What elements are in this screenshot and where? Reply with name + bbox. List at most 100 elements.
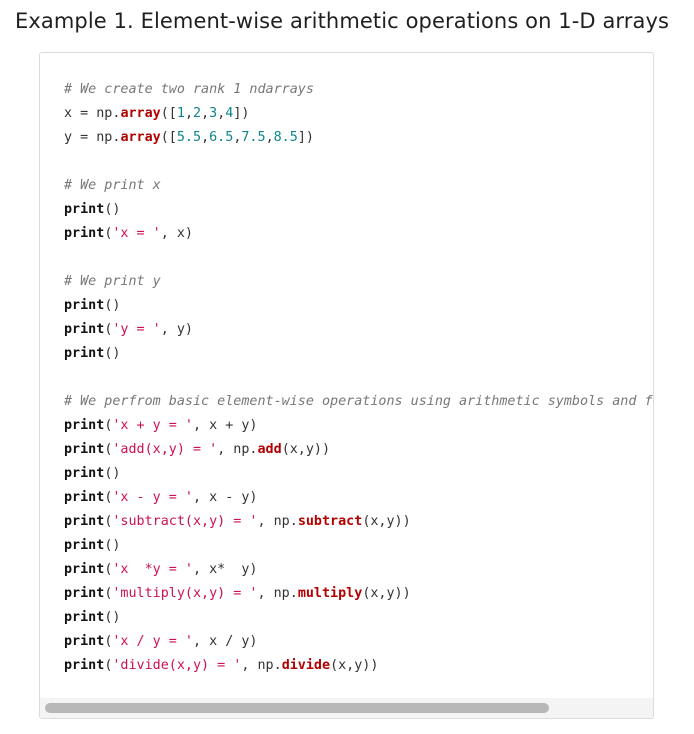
code-token: 2 <box>193 106 202 121</box>
code-token: 7.5 <box>241 130 266 145</box>
code-line: # We perfrom basic element-wise operatio… <box>64 390 654 414</box>
code-token: print <box>64 634 105 649</box>
code-token: ]) <box>297 130 314 145</box>
code-token: array <box>120 106 161 121</box>
code-line: print('x - y = ', x - y) <box>64 486 653 510</box>
code-token: ([ <box>160 130 177 145</box>
code-token: # We print y <box>64 274 161 289</box>
code-token: subtract <box>297 514 363 529</box>
code-token: () <box>104 466 121 481</box>
code-block[interactable]: # We create two rank 1 ndarrays x = np.ar… <box>39 52 654 719</box>
code-token: 'x / y = ' <box>112 634 193 649</box>
code-token: () <box>104 610 121 625</box>
code-token: () <box>104 202 121 217</box>
code-token: print <box>64 226 105 241</box>
code-token: , <box>201 106 210 121</box>
code-token: , x - y) <box>193 490 258 505</box>
code-token: , np. <box>217 442 258 457</box>
code-content: # We create two rank 1 ndarrays x = np.ar… <box>64 78 654 678</box>
code-token: , y) <box>160 322 193 337</box>
code-token: (x,y)) <box>362 514 411 529</box>
code-token: 'x - y = ' <box>112 490 193 505</box>
code-token: print <box>64 202 105 217</box>
code-line: x = np.array([1,2,3,4]) <box>64 102 653 126</box>
code-token: 6.5 <box>209 130 234 145</box>
code-token: print <box>64 442 105 457</box>
code-token: 'x *y = ' <box>112 562 193 577</box>
code-token: , <box>184 106 193 121</box>
code-line: print('x = ', x) <box>64 222 653 246</box>
code-token: 1 <box>176 106 185 121</box>
example-heading: Example 1. Element-wise arithmetic opera… <box>15 9 670 33</box>
code-token: print <box>64 586 105 601</box>
code-token: print <box>64 298 105 313</box>
code-token: 8.5 <box>273 130 298 145</box>
code-token: (x,y)) <box>330 658 379 673</box>
code-token: , x) <box>160 226 193 241</box>
code-line: print('y = ', y) <box>64 318 653 342</box>
code-token: 'multiply(x,y) = ' <box>112 586 258 601</box>
code-token: 'x + y = ' <box>112 418 193 433</box>
code-token: , <box>201 130 210 145</box>
code-token: add <box>257 442 282 457</box>
code-token: , x* y) <box>193 562 258 577</box>
code-token: 'divide(x,y) = ' <box>112 658 242 673</box>
code-token: # We create two rank 1 ndarrays <box>64 82 314 97</box>
code-token: () <box>104 346 121 361</box>
code-line: y = np.array([5.5,6.5,7.5,8.5]) <box>64 126 653 150</box>
code-token: (x,y)) <box>362 586 411 601</box>
code-token: 'x = ' <box>112 226 161 241</box>
code-line: # We create two rank 1 ndarrays <box>64 78 653 102</box>
code-token: print <box>64 658 105 673</box>
code-token: , np. <box>241 658 282 673</box>
code-token: , np. <box>257 514 298 529</box>
code-line: print('x + y = ', x + y) <box>64 414 653 438</box>
code-token: 'y = ' <box>112 322 161 337</box>
code-line: # We print y <box>64 270 653 294</box>
code-token: print <box>64 514 105 529</box>
code-token: , np. <box>257 586 298 601</box>
code-token: () <box>104 538 121 553</box>
code-line: print('add(x,y) = ', np.add(x,y)) <box>64 438 653 462</box>
code-token: print <box>64 466 105 481</box>
code-token: divide <box>281 658 331 673</box>
code-token: , x + y) <box>193 418 258 433</box>
code-token: ]) <box>233 106 250 121</box>
code-token: print <box>64 322 105 337</box>
code-token: print <box>64 346 105 361</box>
code-token: 3 <box>209 106 218 121</box>
code-token: print <box>64 538 105 553</box>
horizontal-scrollbar[interactable] <box>40 698 653 718</box>
code-token: (x,y)) <box>281 442 331 457</box>
code-token: x = np. <box>64 106 121 121</box>
code-line: print() <box>64 462 653 486</box>
code-token: , <box>265 130 274 145</box>
code-line: print() <box>64 606 653 630</box>
code-line: print('divide(x,y) = ', np.divide(x,y)) <box>64 654 653 678</box>
code-line: print('x / y = ', x / y) <box>64 630 653 654</box>
code-token: print <box>64 490 105 505</box>
code-token: # We perfrom basic element-wise operatio… <box>64 394 654 409</box>
code-token: 5.5 <box>176 130 202 145</box>
code-token: , x / y) <box>193 634 258 649</box>
code-token: print <box>64 610 105 625</box>
code-token: y = np. <box>64 130 121 145</box>
code-token: () <box>104 298 121 313</box>
code-token: 'subtract(x,y) = ' <box>112 514 258 529</box>
code-line: print('x *y = ', x* y) <box>64 558 653 582</box>
code-line: # We print x <box>64 174 653 198</box>
code-token: 'add(x,y) = ' <box>112 442 218 457</box>
code-token: # We print x <box>64 178 161 193</box>
code-token: ([ <box>160 106 177 121</box>
code-token: array <box>120 130 161 145</box>
code-token: multiply <box>297 586 363 601</box>
code-line: print() <box>64 342 653 366</box>
code-line: print() <box>64 198 653 222</box>
scrollbar-thumb[interactable] <box>45 703 549 713</box>
code-line: print() <box>64 294 653 318</box>
code-line: print('multiply(x,y) = ', np.multiply(x,… <box>64 582 653 606</box>
code-token: print <box>64 418 105 433</box>
